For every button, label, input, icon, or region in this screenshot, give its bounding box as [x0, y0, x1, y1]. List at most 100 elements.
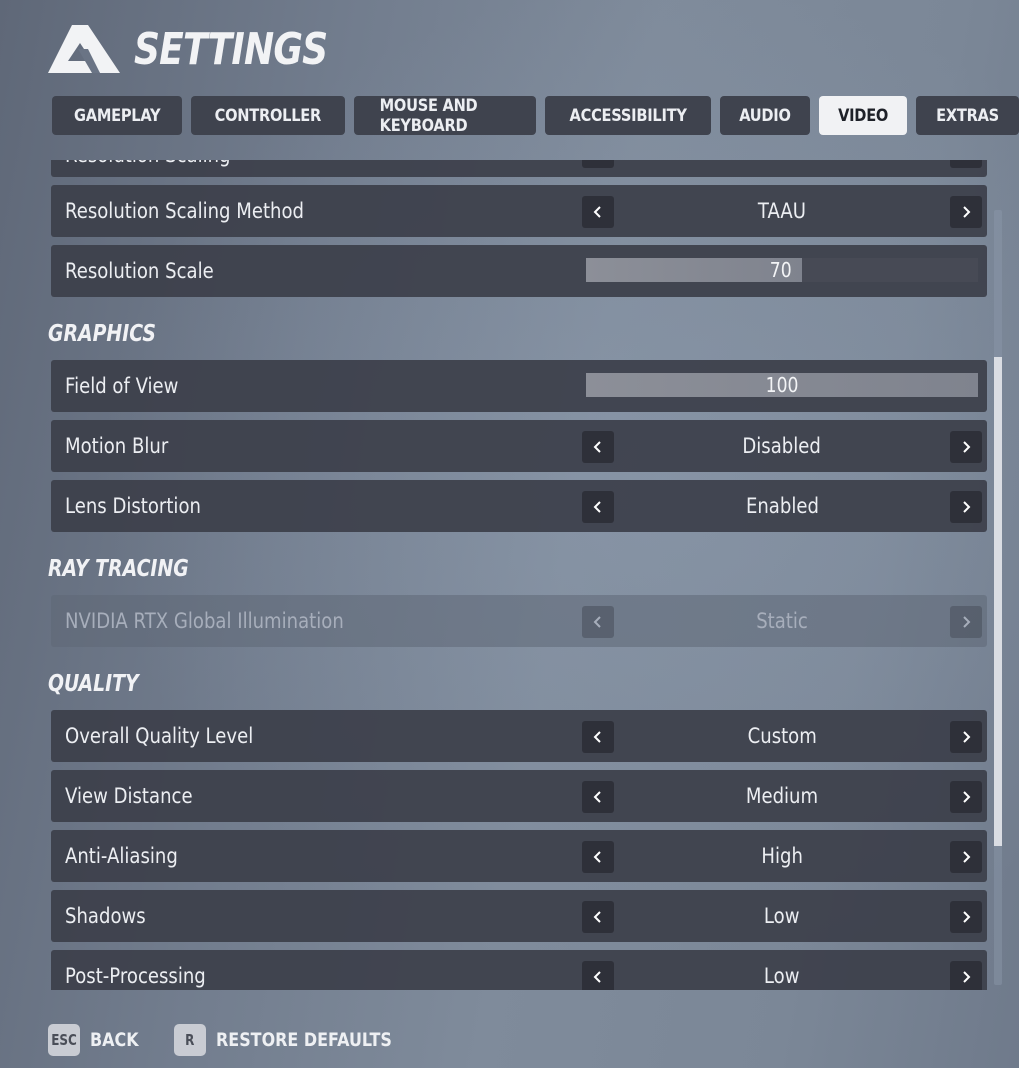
setting-value: Disabled: [742, 434, 822, 458]
footer-hints: ESC BACK R RESTORE DEFAULTS: [48, 1024, 425, 1056]
next-option-button[interactable]: [950, 721, 982, 753]
setting-row-overall-quality-level[interactable]: Overall Quality Level Custom: [51, 710, 987, 762]
chevron-right-icon: [963, 971, 971, 983]
setting-label: View Distance: [65, 784, 193, 808]
chevron-right-icon: [963, 911, 971, 923]
settings-list: Resolution Scaling Resolution Scaling Me…: [48, 160, 988, 990]
prev-option-button[interactable]: [582, 721, 614, 753]
chevron-right-icon: [963, 441, 971, 453]
settings-list-viewport: Resolution Scaling Resolution Scaling Me…: [48, 160, 993, 990]
prev-option-button: [582, 606, 614, 638]
header: SETTINGS: [48, 23, 370, 75]
prev-option-button[interactable]: [582, 901, 614, 933]
setting-label: Resolution Scale: [65, 259, 214, 283]
tab-extras[interactable]: EXTRAS: [915, 96, 1019, 135]
setting-row-shadows[interactable]: Shadows Low: [51, 890, 987, 942]
section-header-quality: QUALITY: [48, 670, 139, 697]
setting-value: Low: [764, 964, 800, 988]
prev-option-button[interactable]: [582, 431, 614, 463]
setting-label: Post-Processing: [65, 964, 206, 988]
chevron-left-icon: [593, 851, 601, 863]
prev-option-button[interactable]: [582, 160, 614, 168]
scrollbar-track[interactable]: [994, 210, 1002, 985]
setting-row-view-distance[interactable]: View Distance Medium: [51, 770, 987, 822]
tab-gameplay[interactable]: GAMEPLAY: [52, 96, 183, 135]
setting-value: Medium: [745, 784, 819, 808]
setting-label: Shadows: [65, 904, 146, 928]
chevron-right-icon: [963, 616, 971, 628]
setting-value: TAAU: [757, 199, 807, 223]
next-option-button: [950, 606, 982, 638]
tab-audio[interactable]: AUDIO: [719, 96, 810, 135]
back-label: BACK: [90, 1029, 139, 1051]
slider-fill: 70: [586, 258, 802, 282]
chevron-left-icon: [593, 731, 601, 743]
setting-label: Resolution Scaling Method: [65, 199, 304, 223]
section-header-graphics: GRAPHICS: [48, 320, 156, 347]
chevron-left-icon: [593, 616, 601, 628]
setting-row-anti-aliasing[interactable]: Anti-Aliasing High: [51, 830, 987, 882]
chevron-left-icon: [593, 911, 601, 923]
setting-row-resolution-scale[interactable]: Resolution Scale 70: [51, 245, 987, 297]
setting-label: Overall Quality Level: [65, 724, 254, 748]
setting-row-clipped[interactable]: Resolution Scaling: [51, 160, 987, 177]
back-button[interactable]: ESC BACK: [48, 1024, 148, 1056]
game-logo-icon: [48, 25, 120, 73]
next-option-button[interactable]: [950, 431, 982, 463]
next-option-button[interactable]: [950, 491, 982, 523]
tab-mouse-and-keyboard[interactable]: MOUSE AND KEYBOARD: [354, 96, 536, 136]
r-key-icon: R: [173, 1024, 206, 1056]
resolution-scale-slider[interactable]: 70: [586, 258, 978, 282]
setting-value: Enabled: [745, 494, 819, 518]
setting-row-motion-blur[interactable]: Motion Blur Disabled: [51, 420, 987, 472]
restore-defaults-label: RESTORE DEFAULTS: [215, 1029, 392, 1051]
chevron-right-icon: [963, 501, 971, 513]
slider-value: 70: [769, 258, 792, 282]
setting-label: Field of View: [65, 374, 179, 398]
setting-label: NVIDIA RTX Global Illumination: [65, 609, 344, 633]
chevron-left-icon: [593, 971, 601, 983]
setting-value: Static: [756, 609, 808, 633]
setting-row-field-of-view[interactable]: Field of View 100: [51, 360, 987, 412]
page-title: SETTINGS: [134, 23, 328, 75]
prev-option-button[interactable]: [582, 196, 614, 228]
chevron-right-icon: [963, 851, 971, 863]
chevron-left-icon: [593, 206, 601, 218]
setting-value: Low: [764, 904, 800, 928]
setting-row-post-processing[interactable]: Post-Processing Low: [51, 950, 987, 990]
next-option-button[interactable]: [950, 841, 982, 873]
prev-option-button[interactable]: [582, 491, 614, 523]
prev-option-button[interactable]: [582, 841, 614, 873]
next-option-button[interactable]: [950, 781, 982, 813]
prev-option-button[interactable]: [582, 781, 614, 813]
setting-value: High: [761, 844, 803, 868]
prev-option-button[interactable]: [582, 961, 614, 990]
tab-accessibility[interactable]: ACCESSIBILITY: [544, 96, 711, 135]
field-of-view-slider[interactable]: 100: [586, 373, 978, 397]
setting-row-rtx-global-illumination: NVIDIA RTX Global Illumination Static: [51, 595, 987, 647]
setting-label: Resolution Scaling: [65, 160, 231, 167]
chevron-left-icon: [593, 501, 601, 513]
setting-value: Custom: [747, 724, 817, 748]
section-header-ray-tracing: RAY TRACING: [48, 555, 189, 582]
next-option-button[interactable]: [950, 961, 982, 990]
setting-label: Anti-Aliasing: [65, 844, 178, 868]
setting-row-lens-distortion[interactable]: Lens Distortion Enabled: [51, 480, 987, 532]
next-option-button[interactable]: [950, 196, 982, 228]
chevron-right-icon: [963, 731, 971, 743]
chevron-right-icon: [963, 206, 971, 218]
setting-label: Motion Blur: [65, 434, 169, 458]
restore-defaults-button[interactable]: R RESTORE DEFAULTS: [173, 1024, 425, 1056]
tab-bar: GAMEPLAY CONTROLLER MOUSE AND KEYBOARD A…: [52, 96, 1019, 136]
tab-video[interactable]: VIDEO: [818, 96, 907, 135]
tab-controller[interactable]: CONTROLLER: [191, 96, 346, 135]
esc-key-icon: ESC: [48, 1024, 80, 1056]
scrollbar-thumb[interactable]: [994, 357, 1002, 846]
chevron-right-icon: [963, 791, 971, 803]
next-option-button[interactable]: [950, 901, 982, 933]
next-option-button[interactable]: [950, 160, 982, 168]
setting-label: Lens Distortion: [65, 494, 201, 518]
slider-value: 100: [765, 373, 799, 397]
chevron-left-icon: [593, 791, 601, 803]
setting-row-resolution-scaling-method[interactable]: Resolution Scaling Method TAAU: [51, 185, 987, 237]
